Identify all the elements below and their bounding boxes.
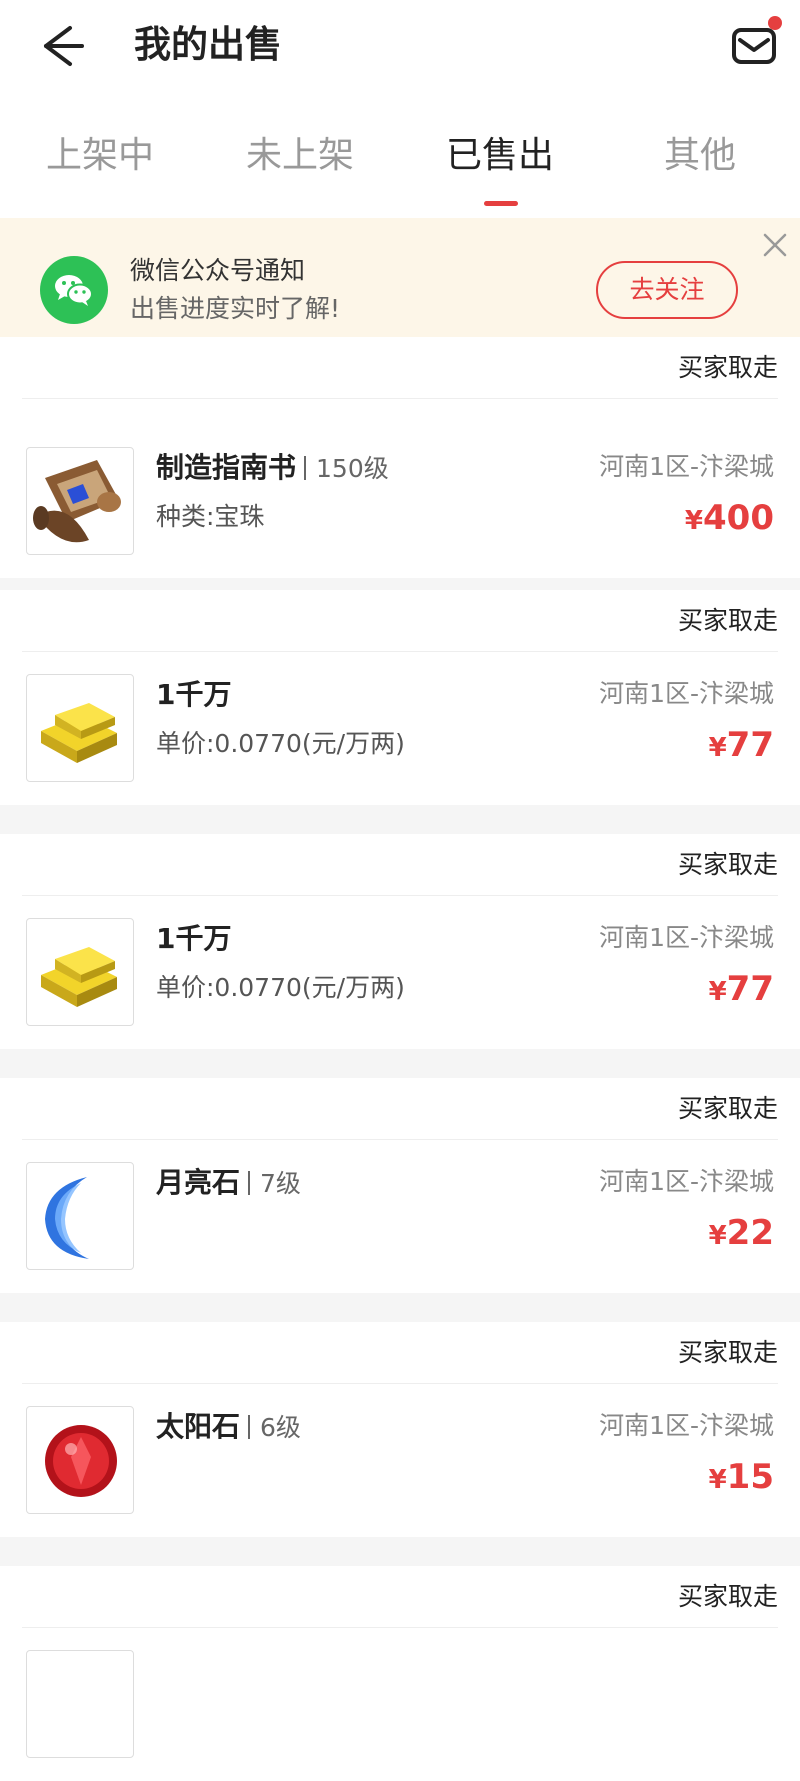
item-price: ¥15	[708, 1457, 774, 1497]
divider	[22, 651, 778, 652]
order-card[interactable]: 买家取走 月亮石 7级 河南1区-汴梁城 ¥22	[0, 1078, 800, 1293]
item-thumbnail	[26, 1406, 134, 1514]
item-thumbnail	[26, 1650, 134, 1758]
gold-bars-icon	[41, 947, 117, 1007]
order-status: 买家取走	[677, 1582, 778, 1611]
order-status: 买家取走	[677, 1338, 778, 1367]
divider	[22, 1383, 778, 1384]
order-card[interactable]: 买家取走 1千万 单价:0.0770(元/万两) 河南1区-汴梁城 ¥77	[0, 590, 800, 805]
divider	[22, 895, 778, 896]
item-server: 河南1区-汴梁城	[599, 923, 774, 952]
item-server: 河南1区-汴梁城	[599, 1411, 774, 1440]
tab-sold[interactable]: 已售出	[400, 131, 600, 181]
item-detail: 种类:宝珠	[156, 502, 265, 531]
divider	[22, 1139, 778, 1140]
order-card[interactable]: 买家取走 1千万 单价:0.0770(元/万两) 河南1区-汴梁城 ¥77	[0, 834, 800, 1049]
item-thumbnail	[26, 674, 134, 782]
item-name: 月亮石 7级	[156, 1166, 301, 1199]
order-status: 买家取走	[677, 850, 778, 879]
item-thumbnail	[26, 918, 134, 1026]
item-thumbnail	[26, 1162, 134, 1270]
order-tabs: 上架中 未上架 已售出 其他	[0, 96, 800, 218]
tab-listed[interactable]: 上架中	[0, 131, 200, 181]
follow-button[interactable]: 去关注	[596, 261, 738, 319]
item-name: 太阳石 6级	[156, 1410, 301, 1443]
wechat-icon	[40, 256, 108, 324]
active-tab-indicator	[484, 201, 518, 206]
item-price: ¥77	[708, 969, 774, 1009]
arrow-left-icon	[44, 26, 84, 66]
page-title: 我的出售	[134, 23, 282, 66]
item-level: 7级	[240, 1169, 301, 1198]
item-price: ¥400	[684, 498, 774, 538]
unread-badge	[768, 16, 782, 30]
order-status: 买家取走	[677, 606, 778, 635]
order-card[interactable]: 买家取走	[0, 1566, 800, 1781]
item-level: 150级	[296, 454, 389, 483]
item-thumbnail	[26, 447, 134, 555]
item-server: 河南1区-汴梁城	[599, 452, 774, 481]
close-icon	[763, 233, 787, 257]
tab-other[interactable]: 其他	[600, 131, 800, 181]
item-unit-price: 单价:0.0770(元/万两)	[156, 973, 405, 1002]
messages-button[interactable]	[730, 24, 780, 68]
item-server: 河南1区-汴梁城	[599, 1167, 774, 1196]
banner-title: 微信公众号通知	[130, 256, 306, 285]
item-server: 河南1区-汴梁城	[599, 679, 774, 708]
order-card[interactable]: 买家取走 制造指南书 150级 种类:宝珠 河南1区-汴梁城 ¥400	[0, 337, 800, 578]
tab-unlisted[interactable]: 未上架	[200, 131, 400, 181]
moonstone-icon	[45, 1177, 89, 1259]
item-level: 6级	[240, 1413, 301, 1442]
order-status: 买家取走	[677, 1094, 778, 1123]
banner-subtitle: 出售进度实时了解!	[130, 294, 341, 323]
order-card[interactable]: 买家取走 太阳石 6级 河南1区-汴梁城 ¥15	[0, 1322, 800, 1537]
item-price: ¥22	[708, 1213, 774, 1253]
item-name: 1千万	[156, 922, 232, 955]
item-name: 制造指南书 150级	[156, 451, 389, 484]
item-unit-price: 单价:0.0770(元/万两)	[156, 729, 405, 758]
item-price: ¥77	[708, 725, 774, 765]
order-status: 买家取走	[677, 353, 778, 382]
divider	[22, 398, 778, 399]
gold-bars-icon	[41, 703, 117, 763]
top-bar: 我的出售	[0, 0, 800, 96]
item-name: 1千万	[156, 678, 232, 711]
divider	[22, 1627, 778, 1628]
sunstone-icon	[45, 1425, 117, 1497]
back-button[interactable]	[36, 22, 88, 70]
mail-icon	[732, 28, 776, 64]
close-banner-button[interactable]	[760, 230, 790, 260]
scroll-icon	[33, 460, 121, 543]
